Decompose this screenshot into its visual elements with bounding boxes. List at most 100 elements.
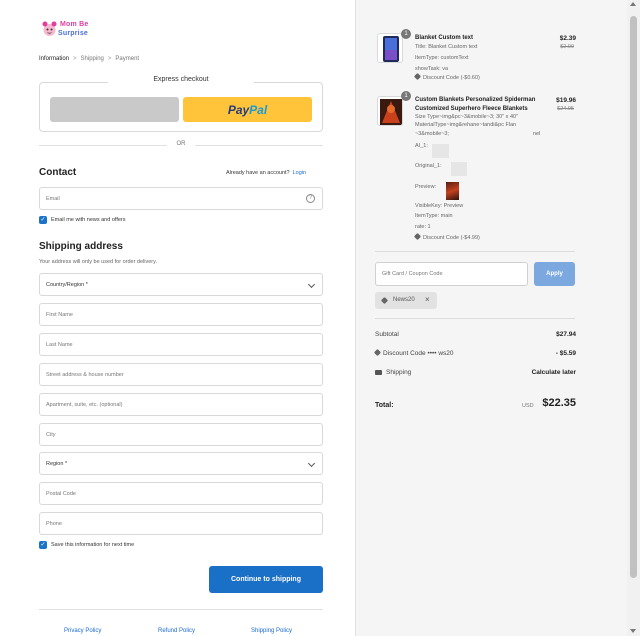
paypal-logo-pal: Pal bbox=[249, 102, 268, 117]
paypal-button[interactable]: Pay Pal bbox=[183, 97, 312, 122]
product-option: Title: Blanket Custom text bbox=[415, 44, 478, 50]
product-title-line2: Customized Superhero Fleece Blankets bbox=[415, 106, 528, 112]
scrollbar-thumb[interactable] bbox=[630, 16, 637, 578]
first-name-placeholder: First Name bbox=[46, 312, 73, 318]
phone-field[interactable]: Phone bbox=[39, 512, 323, 535]
page-scrollbar[interactable] bbox=[627, 0, 640, 636]
save-info-checkbox[interactable]: ✓ bbox=[39, 541, 47, 549]
country-select[interactable]: Country/Region * bbox=[39, 273, 323, 296]
tag-icon bbox=[373, 348, 382, 357]
scroll-up-arrow-icon[interactable] bbox=[630, 2, 636, 6]
help-circle-icon[interactable]: ? bbox=[306, 194, 315, 203]
preview-image bbox=[446, 182, 459, 200]
save-info-label: Save this information for next time bbox=[51, 542, 135, 548]
product-price: $2.39 bbox=[559, 35, 576, 42]
subtotal-value: $27.94 bbox=[556, 331, 576, 338]
email-field[interactable]: Email ? bbox=[39, 187, 323, 210]
have-account-label: Already have an account? bbox=[226, 170, 290, 176]
product-title: Blanket Custom text bbox=[415, 35, 474, 41]
footer-divider bbox=[39, 609, 323, 610]
discount-label: Discount Code bbox=[383, 350, 426, 357]
shipping-note: Your address will only be used for order… bbox=[39, 259, 158, 265]
apartment-field[interactable]: Apartment, suite, etc. (optional) bbox=[39, 393, 323, 416]
remove-code-icon[interactable]: × bbox=[425, 295, 430, 304]
product-price: $19.96 bbox=[556, 97, 576, 104]
product-old-price: $24.95 bbox=[557, 106, 574, 112]
original-image-placeholder bbox=[451, 162, 467, 176]
region-select[interactable]: Region * bbox=[39, 452, 323, 475]
breadcrumb: Information > Shipping > Payment bbox=[39, 56, 139, 62]
product-option-suffix: nel bbox=[533, 131, 541, 137]
product-option: rate: 1 bbox=[415, 224, 431, 230]
breadcrumb-payment: Payment bbox=[115, 56, 140, 62]
street-field[interactable]: Street address & house number bbox=[39, 363, 323, 386]
country-select-label: Country/Region * bbox=[46, 282, 88, 288]
refund-policy-link[interactable]: Refund Policy bbox=[158, 628, 195, 634]
coupon-input[interactable]: Gift Card / Coupon Code bbox=[375, 262, 528, 286]
first-name-field[interactable]: First Name bbox=[39, 303, 323, 326]
paypal-logo-pay: Pay bbox=[227, 102, 250, 117]
apartment-placeholder: Apartment, suite, etc. (optional) bbox=[46, 402, 123, 408]
product-option: Size Type~img&pc~3&mobile~3; 30" x 40" bbox=[415, 114, 519, 120]
cart-divider bbox=[375, 251, 575, 252]
chevron-down-icon bbox=[307, 459, 316, 468]
total-label: Total: bbox=[375, 402, 394, 409]
phone-placeholder: Phone bbox=[46, 521, 62, 527]
discount-row: Discount Code •••• ws20 bbox=[373, 348, 454, 357]
shipping-value: Calculate later bbox=[531, 369, 576, 376]
product-option: ItemType: main bbox=[415, 213, 453, 219]
last-name-placeholder: Last Name bbox=[46, 342, 73, 348]
product-option: ItemType: customText bbox=[415, 55, 469, 61]
breadcrumb-information[interactable]: Information bbox=[39, 56, 69, 62]
or-divider-right bbox=[195, 145, 323, 146]
product-option: MaterialType~img&rehane~tandi&pc Flan bbox=[415, 122, 517, 128]
summary-divider bbox=[375, 318, 575, 319]
city-field[interactable]: City bbox=[39, 423, 323, 446]
product-option: ~3&mobile~3; bbox=[415, 131, 449, 137]
product-image-spiderman-blanket bbox=[377, 96, 403, 126]
shipping-row: Shipping bbox=[375, 369, 411, 376]
chevron-right-icon: > bbox=[107, 56, 112, 62]
product-title-line1: Custom Blankets Personalized Spiderman bbox=[415, 97, 536, 103]
total-currency: USD bbox=[522, 403, 534, 409]
postal-code-placeholder: Postal Code bbox=[46, 491, 76, 497]
news-checkbox[interactable]: ✓ bbox=[39, 216, 47, 224]
logo-mascot-icon bbox=[42, 21, 57, 36]
express-pay-button[interactable] bbox=[50, 97, 179, 122]
chevron-right-icon: > bbox=[73, 56, 77, 62]
product-discount: Discount Code (-$4.99) bbox=[413, 232, 480, 241]
or-divider-left bbox=[39, 145, 167, 146]
product-discount: Discount Code (-$0.60) bbox=[413, 72, 480, 81]
discount-code-masked: •••• ws20 bbox=[427, 350, 454, 357]
product-option: showTask: va bbox=[415, 66, 449, 72]
quantity-badge: 1 bbox=[401, 91, 411, 101]
product-image-blanket-text bbox=[377, 33, 403, 63]
discount-value: - $5.59 bbox=[555, 350, 576, 357]
email-placeholder: Email bbox=[46, 196, 60, 202]
login-link[interactable]: Login bbox=[293, 170, 306, 176]
total-value: $22.35 bbox=[542, 397, 576, 409]
news-checkbox-label: Email me with news and offers bbox=[51, 217, 126, 223]
product-option: AI_1: bbox=[415, 143, 428, 149]
scroll-down-arrow-icon[interactable] bbox=[630, 629, 636, 633]
store-logo[interactable]: Mom Be Surprise bbox=[42, 20, 94, 42]
tablet-image-icon bbox=[383, 36, 399, 62]
last-name-field[interactable]: Last Name bbox=[39, 333, 323, 356]
breadcrumb-shipping: Shipping bbox=[80, 56, 104, 62]
checkout-form-panel: Mom Be Surprise Information > Shipping > Pay… bbox=[0, 0, 355, 636]
product-discount-text: Discount Code (-$4.99) bbox=[423, 235, 480, 241]
quantity-badge: 1 bbox=[401, 29, 411, 39]
have-account-text: Already have an account? Login bbox=[226, 170, 306, 176]
privacy-policy-link[interactable]: Privacy Policy bbox=[64, 628, 101, 634]
postal-code-field[interactable]: Postal Code bbox=[39, 482, 323, 505]
subtotal-label: Subtotal bbox=[375, 331, 399, 338]
tag-icon bbox=[413, 232, 422, 241]
coupon-placeholder: Gift Card / Coupon Code bbox=[382, 271, 443, 277]
shipping-policy-link[interactable]: Shipping Policy bbox=[251, 628, 292, 634]
continue-to-shipping-button[interactable]: Continue to shipping bbox=[209, 566, 323, 593]
chevron-down-icon bbox=[307, 280, 316, 289]
street-placeholder: Street address & house number bbox=[46, 372, 124, 378]
logo-text-top: Mom Be bbox=[60, 21, 89, 28]
apply-coupon-button[interactable]: Apply bbox=[534, 262, 575, 286]
or-divider-text: OR bbox=[176, 141, 186, 147]
